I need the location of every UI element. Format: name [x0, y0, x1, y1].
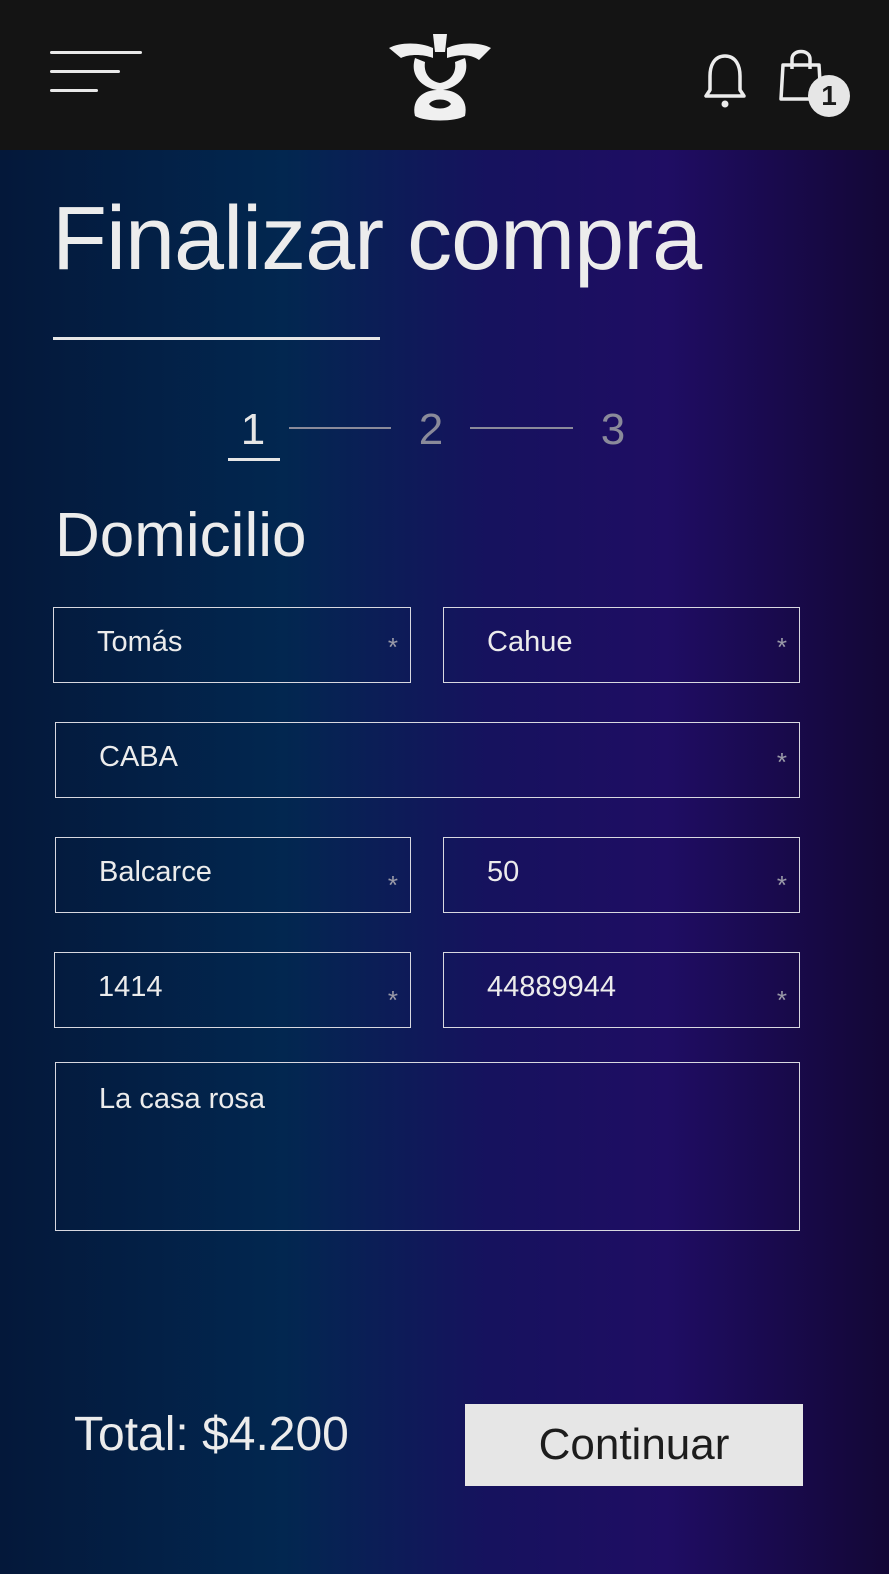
phone-value: 44889944: [487, 971, 617, 1003]
city-field[interactable]: CABA *: [55, 722, 800, 798]
section-title: Domicilio: [55, 501, 307, 570]
required-marker: *: [776, 632, 787, 662]
hamburger-menu-icon[interactable]: [50, 48, 145, 96]
street-value: Balcarce: [99, 856, 212, 888]
notes-value: La casa rosa: [99, 1083, 266, 1115]
postal-code-field[interactable]: 1414 *: [54, 952, 411, 1028]
last-name-field[interactable]: Cahue *: [443, 607, 800, 683]
first-name-field[interactable]: Tomás *: [53, 607, 411, 683]
step-connector: [289, 427, 391, 429]
step-3[interactable]: 3: [588, 405, 638, 455]
step-1[interactable]: 1: [228, 405, 278, 455]
last-name-value: Cahue: [487, 626, 573, 658]
street-number-value: 50: [487, 856, 520, 888]
top-navigation-bar: 1: [0, 0, 889, 150]
required-marker: *: [776, 870, 787, 900]
title-divider: [53, 337, 380, 340]
required-marker: *: [776, 985, 787, 1015]
shopping-bag-icon[interactable]: 1: [778, 47, 852, 119]
page-title: Finalizar compra: [52, 189, 702, 289]
required-marker: *: [387, 632, 398, 662]
required-marker: *: [387, 985, 398, 1015]
order-total: Total: $4.200: [74, 1408, 349, 1461]
city-value: CABA: [99, 741, 178, 773]
notes-textarea[interactable]: La casa rosa: [55, 1062, 800, 1231]
street-field[interactable]: Balcarce *: [55, 837, 411, 913]
required-marker: *: [387, 870, 398, 900]
bell-icon[interactable]: [702, 50, 748, 110]
continue-button[interactable]: Continuar: [465, 1404, 803, 1486]
street-number-field[interactable]: 50 *: [443, 837, 800, 913]
brand-logo-icon[interactable]: [385, 28, 495, 123]
required-marker: *: [776, 747, 787, 777]
step-2[interactable]: 2: [406, 405, 456, 455]
phone-field[interactable]: 44889944 *: [443, 952, 800, 1028]
postal-code-value: 1414: [98, 971, 163, 1003]
step-connector: [470, 427, 573, 429]
cart-count-badge: 1: [808, 75, 850, 117]
first-name-value: Tomás: [97, 626, 183, 658]
active-step-underline: [228, 458, 280, 461]
